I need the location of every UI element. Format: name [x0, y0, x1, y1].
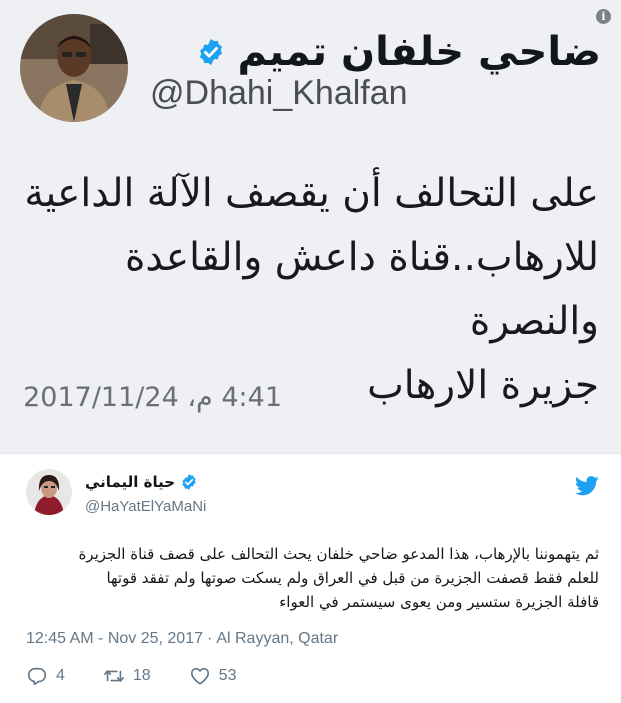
quoted-author-avatar — [20, 14, 128, 122]
meta-separator: · — [207, 630, 213, 647]
author-name[interactable]: حياة اليماني — [85, 473, 175, 491]
author-avatar[interactable] — [26, 469, 72, 515]
tweet-meta: 12:45 AM - Nov 25, 2017 · Al Rayyan, Qat… — [26, 630, 338, 648]
quoted-text-line: للارهاب..قناة داعش والقاعدة والنصرة — [125, 235, 599, 344]
quoted-name-row: ضاحي خلفان تميم — [196, 24, 601, 80]
reply-button[interactable]: 4 — [26, 665, 65, 687]
retweet-icon — [103, 670, 124, 682]
tweet-card: حياة اليماني @HaYatElYaMaNi ثم يتهموننا … — [0, 453, 621, 703]
quoted-author-name: ضاحي خلفان تميم — [237, 29, 601, 75]
quoted-tweet-text: على التحالف أن يقصف الآلة الداعية للارها… — [0, 162, 599, 418]
verified-badge-icon — [182, 474, 196, 490]
verified-badge-icon — [199, 38, 222, 66]
info-icon[interactable]: i — [596, 9, 611, 24]
quoted-tweet-image: ضاحي خلفان تميم @Dhahi_Khalfan على التحا… — [0, 0, 621, 453]
tweet-text: ثم يتهموننا بالإرهاب، هذا المدعو ضاحي خل… — [44, 542, 599, 614]
quoted-author-handle: @Dhahi_Khalfan — [150, 74, 408, 112]
retweet-count: 18 — [132, 667, 151, 684]
author-handle[interactable]: @HaYatElYaMaNi — [85, 498, 206, 515]
like-button[interactable]: 53 — [189, 665, 237, 687]
quoted-timestamp: 4:41 م، 2017/11/24 — [23, 382, 282, 413]
tweet-actions: 4 18 53 — [26, 664, 275, 688]
tweet-text-line: للعلم فقط قصفت الجزيرة من قبل في العراق … — [106, 569, 599, 587]
author-name-row[interactable]: حياة اليماني — [85, 473, 198, 491]
reply-count: 4 — [56, 667, 65, 684]
like-count: 53 — [218, 667, 237, 684]
retweet-button[interactable]: 18 — [103, 665, 151, 687]
tweet-time[interactable]: 12:45 AM - Nov 25, 2017 — [26, 630, 203, 648]
tweet-text-line: قافلة الجزيرة ستسير ومن يعوى سيستمر في ا… — [279, 593, 599, 611]
twitter-bird-icon[interactable] — [575, 476, 599, 496]
reply-icon — [27, 667, 47, 686]
tweet-text-line: ثم يتهموننا بالإرهاب، هذا المدعو ضاحي خل… — [78, 545, 599, 563]
tweet-location[interactable]: Al Rayyan, Qatar — [216, 630, 338, 648]
heart-icon — [190, 667, 209, 685]
quoted-text-line: على التحالف أن يقصف الآلة الداعية — [24, 171, 599, 216]
